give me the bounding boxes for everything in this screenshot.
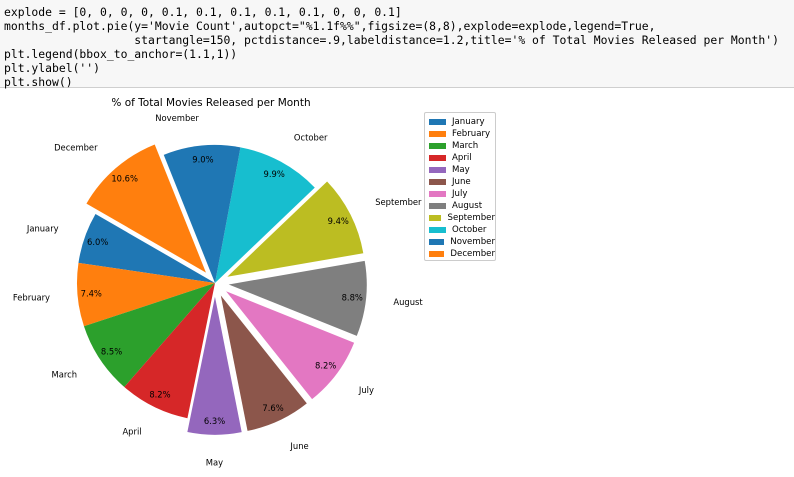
pct-label: 9.0% [192,154,213,164]
legend-label: August [452,201,483,211]
legend-swatch [429,167,446,173]
legend-item: June [429,176,495,188]
legend-swatch [429,179,446,185]
code-line: explode = [0, 0, 0, 0, 0.1, 0.1, 0.1, 0.… [4,5,402,19]
legend-item: November [429,236,495,248]
legend-label: May [452,165,470,175]
pct-label: 8.2% [315,360,336,370]
legend-label: September [447,213,495,223]
legend-label: October [452,225,487,235]
category-label: March [52,370,78,380]
category-label: May [206,457,223,467]
pct-label: 9.4% [328,216,349,226]
category-label: November [155,113,199,123]
legend-item: January [429,116,495,128]
legend-item: September [429,212,495,224]
code-line: startangle=150, pctdistance=.9,labeldist… [4,33,779,47]
code-line: months_df.plot.pie(y='Movie Count',autop… [4,19,656,33]
legend-item: December [429,248,495,260]
legend-item: October [429,224,495,236]
legend-swatch [429,155,446,161]
pct-label: 7.6% [262,403,283,413]
chart-title: % of Total Movies Released per Month [111,97,310,109]
legend-item: July [429,188,495,200]
pie-chart: % of Total Movies Released per Month 6.0%… [13,97,424,467]
legend-item: February [429,128,495,140]
legend-label: April [452,153,472,163]
legend-item: March [429,140,495,152]
category-label: July [358,385,374,395]
legend-label: December [450,249,495,259]
category-label: June [289,441,308,451]
legend-item: August [429,200,495,212]
category-label: August [393,297,423,307]
pct-label: 6.0% [87,237,108,247]
pct-label: 7.4% [81,289,102,299]
legend-label: March [452,141,479,151]
legend-swatch [429,227,446,233]
legend-swatch [429,131,446,137]
category-label: September [375,197,422,207]
legend-swatch [429,143,446,149]
legend-swatch [429,215,442,221]
legend-label: January [452,117,485,127]
category-label: January [26,224,59,234]
legend-label: November [450,237,495,247]
category-label: October [294,132,328,142]
pct-label: 10.6% [111,174,138,184]
legend-label: February [452,129,491,139]
code-line: plt.show() [4,75,73,89]
legend-swatch [429,251,445,257]
legend-swatch [429,191,446,197]
legend-swatch [429,239,445,245]
chart-legend: January February March April May June July Augu… [424,112,496,261]
legend-label: July [452,189,468,199]
pct-label: 8.8% [342,293,363,303]
pct-label: 8.5% [101,347,122,357]
legend-label: June [452,177,471,187]
pct-label: 6.3% [204,416,225,426]
category-label: April [122,426,141,436]
legend-item: May [429,164,495,176]
code-line: plt.ylabel('') [4,61,101,75]
pct-label: 9.9% [264,169,285,179]
legend-swatch [429,203,446,209]
legend-item: April [429,152,495,164]
pct-label: 8.2% [149,389,170,399]
code-cell[interactable]: explode = [0, 0, 0, 0, 0.1, 0.1, 0.1, 0.… [0,0,794,89]
category-label: February [13,292,50,302]
legend-swatch [429,119,446,125]
code-line: plt.legend(bbox_to_anchor=(1.1,1)) [4,47,238,61]
category-label: December [54,142,98,152]
